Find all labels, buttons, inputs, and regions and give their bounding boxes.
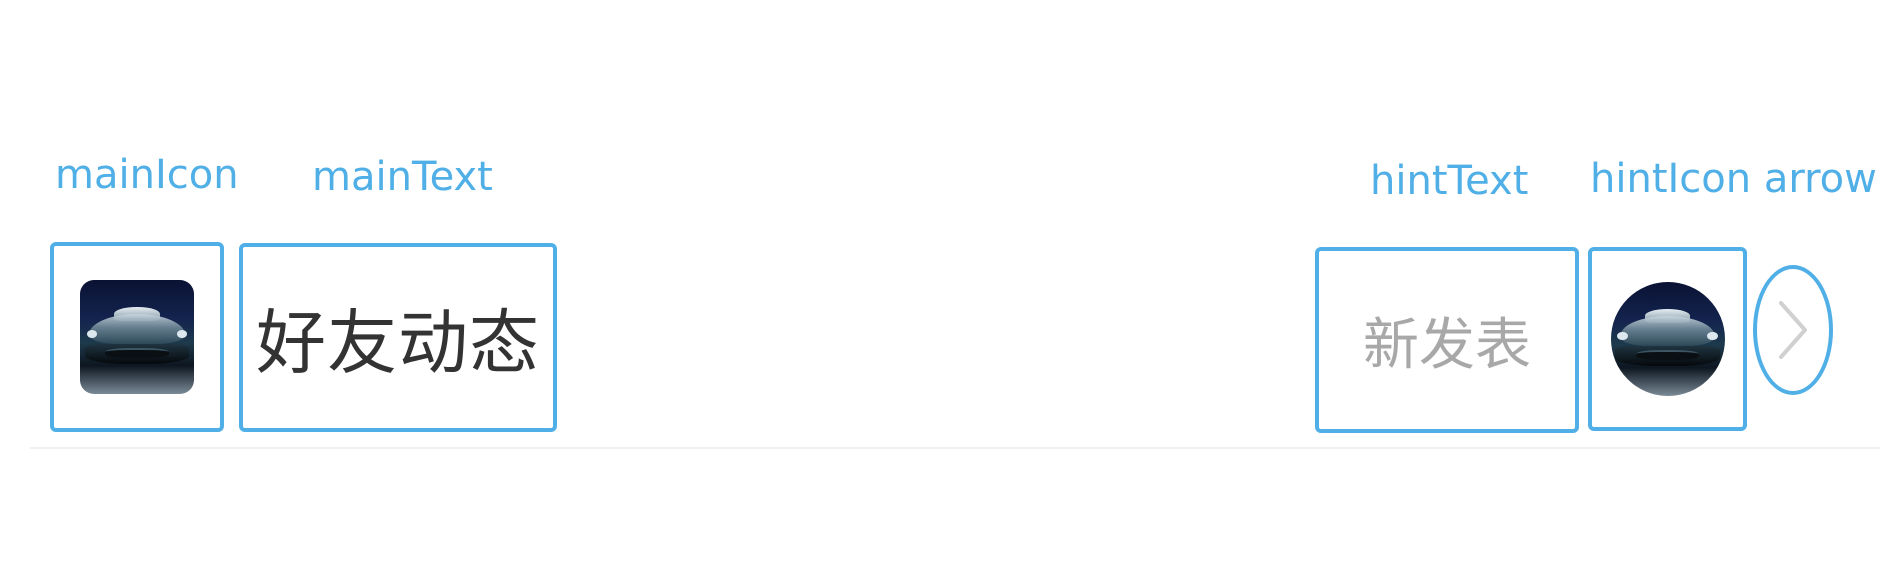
main-text: 好友动态	[256, 302, 540, 384]
label-hint-icon-arrow: hintIcon arrow	[1590, 156, 1877, 202]
divider	[30, 447, 1880, 449]
hint-text-box: 新发表	[1315, 247, 1579, 433]
label-hint-text: hintText	[1370, 158, 1529, 204]
car-avatar-icon	[80, 280, 194, 394]
label-main-icon: mainIcon	[55, 152, 239, 198]
chevron-right-icon	[1779, 301, 1807, 359]
hint-icon-box	[1588, 247, 1747, 431]
label-main-text: mainText	[312, 154, 493, 200]
main-icon-box	[50, 242, 224, 432]
car-avatar-icon	[1610, 282, 1725, 396]
arrow-box	[1753, 265, 1833, 395]
hint-text: 新发表	[1363, 312, 1531, 378]
main-text-box: 好友动态	[239, 243, 557, 432]
